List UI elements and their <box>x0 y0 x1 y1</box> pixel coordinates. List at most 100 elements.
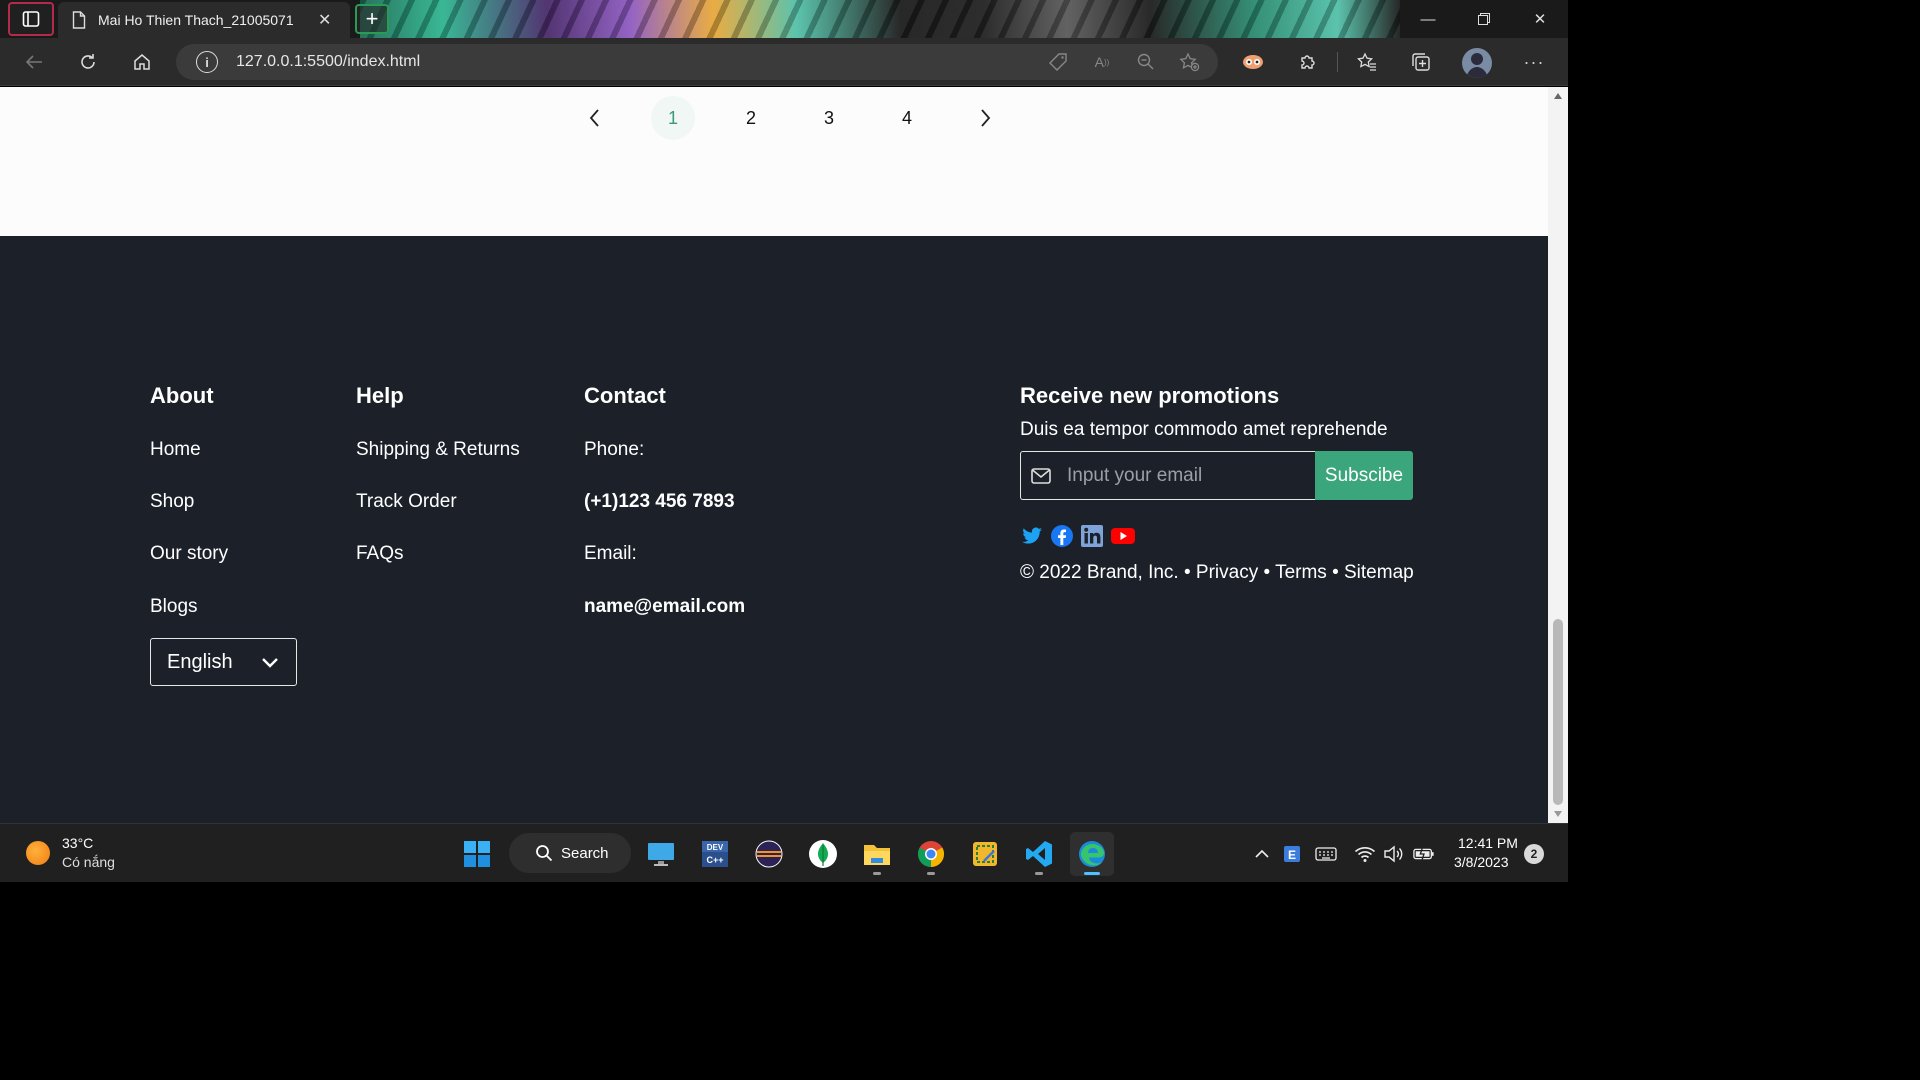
page-number: 4 <box>901 107 912 128</box>
footer-link-track-order[interactable]: Track Order <box>356 491 457 513</box>
footer-link-our-story[interactable]: Our story <box>150 543 228 565</box>
site-info-icon[interactable]: i <box>196 51 218 73</box>
newsletter-email-input[interactable] <box>1067 464 1297 487</box>
phone-value: (+1)123 456 7893 <box>584 491 735 512</box>
minimize-icon: — <box>1420 10 1436 28</box>
footer-link-home[interactable]: Home <box>150 439 201 461</box>
weather-temperature[interactable]: 33°C <box>62 835 93 851</box>
battery-icon[interactable] <box>1413 843 1435 865</box>
taskbar-eclipse-app[interactable] <box>747 832 791 876</box>
tab-close-icon[interactable]: ✕ <box>318 10 331 30</box>
show-hidden-icons-chevron-up-icon[interactable] <box>1251 843 1273 865</box>
puzzle-icon <box>1301 55 1315 69</box>
favorites-icon <box>1357 52 1376 71</box>
taskbar-devcpp-app[interactable]: DEV C++ <box>693 832 737 876</box>
eclipse-icon <box>755 840 783 868</box>
email-field-wrapper[interactable] <box>1020 451 1315 500</box>
taskbar-snip-app[interactable] <box>963 832 1007 876</box>
facebook-icon[interactable] <box>1050 524 1074 548</box>
subscribe-button[interactable]: Subscibe <box>1315 451 1413 500</box>
window-controls: — ✕ <box>1400 0 1568 38</box>
taskbar-file-explorer-app[interactable] <box>855 832 899 876</box>
scroll-thumb[interactable] <box>1553 619 1563 805</box>
taskbar-search[interactable]: Search <box>509 833 631 873</box>
url-text[interactable]: 127.0.0.1:5500/index.html <box>236 53 420 71</box>
extensions-button[interactable] <box>1296 50 1320 74</box>
site-footer: About Home Shop Our story Blogs English … <box>0 236 1548 823</box>
keyboard-icon[interactable] <box>1315 843 1337 865</box>
profile-avatar[interactable] <box>1462 48 1492 78</box>
page-number: 1 <box>651 96 695 140</box>
back-button[interactable] <box>22 50 46 74</box>
zoom-out-icon[interactable] <box>1134 50 1158 74</box>
pagination-next-button[interactable] <box>946 95 1024 141</box>
social-links <box>1020 524 1136 548</box>
collections-icon <box>1412 53 1430 71</box>
page-scrollbar[interactable] <box>1548 87 1568 823</box>
edge-icon <box>1079 841 1105 867</box>
pagination-page-2[interactable]: 2 <box>712 95 790 141</box>
extension-mask-icon[interactable] <box>1241 50 1265 74</box>
notification-badge[interactable]: 2 <box>1524 844 1544 864</box>
running-indicator <box>927 872 935 875</box>
refresh-icon <box>81 54 95 69</box>
volume-icon[interactable] <box>1383 843 1405 865</box>
close-window-button[interactable]: ✕ <box>1512 0 1568 38</box>
restore-button[interactable] <box>1456 0 1512 38</box>
footer-link-shipping-returns[interactable]: Shipping & Returns <box>356 439 520 461</box>
svg-text:E: E <box>1288 848 1296 862</box>
wifi-icon[interactable] <box>1354 843 1376 865</box>
collections-button[interactable] <box>1409 50 1433 74</box>
pagination-page-3[interactable]: 3 <box>790 95 868 141</box>
favorites-button[interactable] <box>1355 50 1379 74</box>
read-aloud-icon[interactable]: A)) <box>1090 50 1114 74</box>
svg-text:DEV: DEV <box>707 843 724 852</box>
language-select[interactable]: English <box>150 638 297 686</box>
home-button[interactable] <box>130 50 154 74</box>
back-arrow-icon <box>25 55 42 69</box>
refresh-button[interactable] <box>76 50 100 74</box>
footer-link-blogs[interactable]: Blogs <box>150 596 198 618</box>
clock-date[interactable]: 3/8/2023 <box>1454 854 1509 870</box>
devcpp-icon: DEV C++ <box>702 841 728 867</box>
footer-link-faqs[interactable]: FAQs <box>356 543 404 565</box>
windows-logo-icon <box>464 841 490 867</box>
taskbar-edge-app[interactable] <box>1070 832 1114 876</box>
youtube-icon[interactable] <box>1110 524 1136 548</box>
footer-link-shop[interactable]: Shop <box>150 491 194 513</box>
snip-icon <box>973 842 997 866</box>
tag-icon[interactable] <box>1046 50 1070 74</box>
taskbar-desktop-app[interactable] <box>639 832 683 876</box>
add-favorite-icon[interactable] <box>1178 50 1202 74</box>
pagination-prev-button[interactable] <box>556 95 634 141</box>
linkedin-icon[interactable] <box>1080 524 1104 548</box>
monitor-icon <box>648 843 674 866</box>
pagination-page-1[interactable]: 1 <box>634 95 712 141</box>
taskbar-mongodb-app[interactable] <box>801 832 845 876</box>
weather-sun-icon[interactable] <box>26 841 50 865</box>
new-tab-button[interactable]: + <box>355 4 389 34</box>
twitter-icon[interactable] <box>1020 524 1044 548</box>
mongodb-icon <box>809 840 837 868</box>
address-bar[interactable]: i 127.0.0.1:5500/index.html A)) <box>176 44 1218 80</box>
weather-description[interactable]: Có nắng <box>62 854 115 870</box>
toolbar-divider <box>1337 52 1338 72</box>
browser-tab-active[interactable]: Mai Ho Thien Thach_21005071 ✕ <box>58 2 350 38</box>
scroll-down-arrow-icon[interactable] <box>1554 811 1562 817</box>
plus-icon: + <box>365 6 379 31</box>
pagination-page-4[interactable]: 4 <box>868 95 946 141</box>
tray-app-icon[interactable]: E <box>1281 843 1303 865</box>
clock-time[interactable]: 12:41 PM <box>1458 835 1518 851</box>
start-button[interactable] <box>455 832 499 876</box>
window-background-art <box>360 0 1400 38</box>
more-options-icon[interactable]: ··· <box>1522 50 1546 74</box>
tab-actions-button[interactable] <box>8 2 54 36</box>
minimize-button[interactable]: — <box>1400 0 1456 38</box>
taskbar-chrome-app[interactable] <box>909 832 953 876</box>
browser-toolbar: i 127.0.0.1:5500/index.html A)) ··· <box>0 38 1568 86</box>
active-indicator <box>1084 872 1100 875</box>
envelope-icon <box>1031 467 1051 484</box>
scroll-up-arrow-icon[interactable] <box>1554 93 1562 99</box>
chevron-down-icon <box>262 658 278 668</box>
taskbar-vscode-app[interactable] <box>1017 832 1061 876</box>
